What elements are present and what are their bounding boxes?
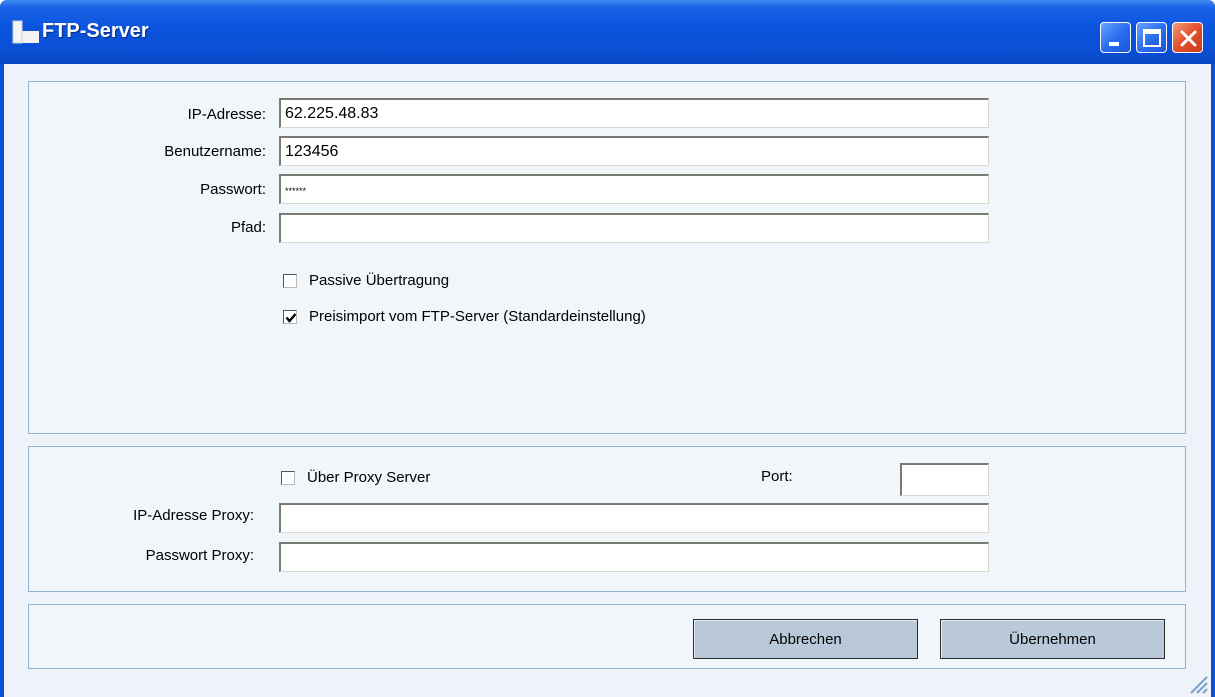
dialog-client-area: IP-Adresse: Benutzername: Passwort: Pfad…: [4, 64, 1211, 697]
apply-button[interactable]: Übernehmen: [940, 619, 1165, 659]
button-bar-group: Abbrechen Übernehmen: [28, 604, 1186, 669]
maximize-icon: [1143, 29, 1161, 47]
password-label: Passwort:: [200, 181, 266, 198]
minimize-icon: [1109, 42, 1119, 46]
ftp-server-window: FTP-Server IP-Adresse: Benutzername: Pa: [0, 0, 1215, 697]
close-icon: [1180, 30, 1197, 47]
passive-transfer-checkbox-row[interactable]: Passive Übertragung: [283, 272, 449, 289]
window-title: FTP-Server: [42, 20, 149, 42]
username-input[interactable]: [279, 136, 989, 166]
proxy-ip-input[interactable]: [279, 503, 989, 533]
port-label: Port:: [761, 468, 793, 485]
ip-address-input[interactable]: [279, 98, 989, 128]
price-import-label: Preisimport vom FTP-Server (Standardeins…: [309, 308, 646, 325]
passive-transfer-checkbox[interactable]: [283, 273, 297, 288]
use-proxy-checkbox-row[interactable]: Über Proxy Server: [281, 469, 430, 486]
minimize-button[interactable]: [1100, 22, 1131, 53]
use-proxy-label: Über Proxy Server: [307, 469, 431, 486]
title-bar[interactable]: FTP-Server: [0, 0, 1215, 64]
close-button[interactable]: [1172, 22, 1203, 53]
maximize-button[interactable]: [1136, 22, 1167, 53]
path-label: Pfad:: [230, 219, 266, 236]
resize-grip-icon[interactable]: [1185, 671, 1209, 695]
checkmark-icon: [285, 312, 297, 323]
cancel-button[interactable]: Abbrechen: [693, 619, 918, 659]
port-input[interactable]: [900, 463, 989, 496]
proxy-ip-label: IP-Adresse Proxy:: [133, 507, 254, 524]
price-import-checkbox[interactable]: [283, 309, 297, 324]
price-import-checkbox-row[interactable]: Preisimport vom FTP-Server (Standardeins…: [283, 308, 646, 325]
proxy-password-label: Passwort Proxy:: [145, 547, 254, 564]
ip-address-label: IP-Adresse:: [187, 106, 266, 123]
app-document-icon: [12, 20, 39, 44]
proxy-password-input[interactable]: [279, 542, 989, 572]
server-settings-group: IP-Adresse: Benutzername: Passwort: Pfad…: [28, 81, 1186, 434]
password-input[interactable]: [279, 174, 989, 204]
username-label: Benutzername:: [164, 143, 266, 160]
use-proxy-checkbox[interactable]: [281, 470, 295, 485]
proxy-settings-group: Über Proxy Server Port: IP-Adresse Proxy…: [28, 446, 1186, 592]
path-input[interactable]: [279, 213, 989, 243]
passive-transfer-label: Passive Übertragung: [309, 272, 450, 289]
